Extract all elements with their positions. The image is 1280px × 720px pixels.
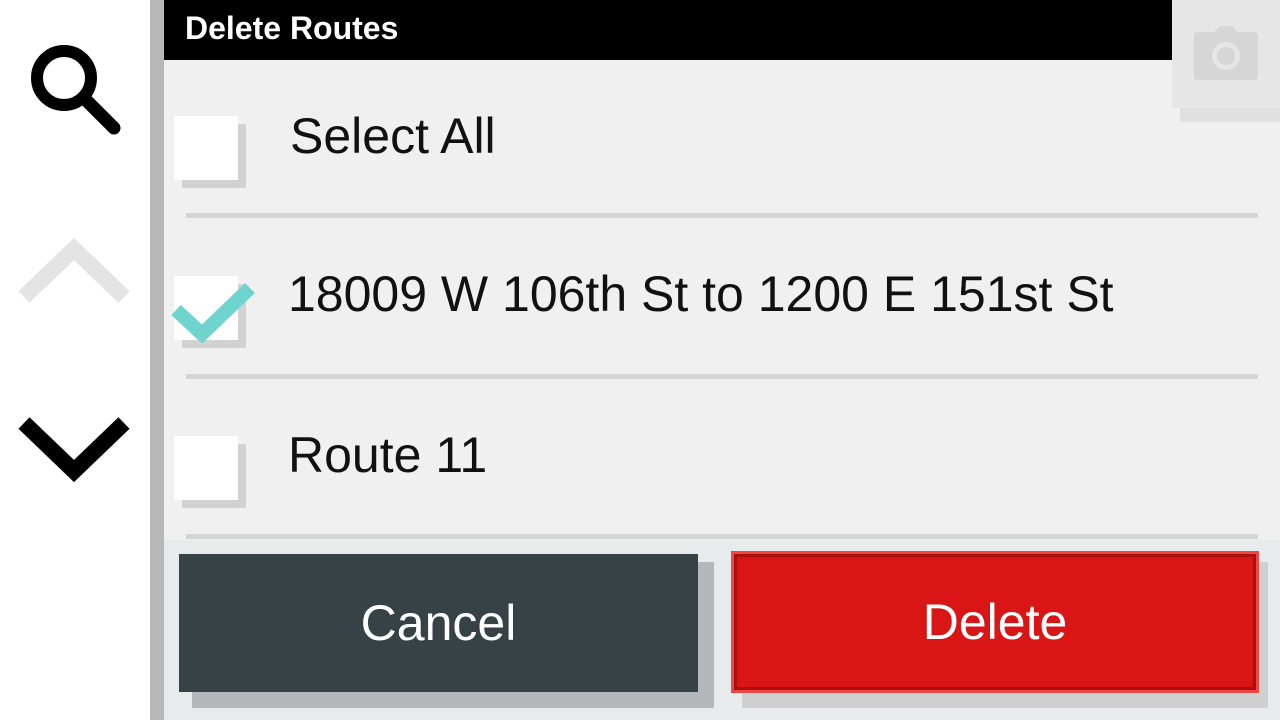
checkmark-icon <box>171 282 255 344</box>
delete-button[interactable]: Delete <box>731 551 1259 693</box>
button-bar: Cancel Delete <box>164 540 1280 720</box>
left-sidebar <box>0 0 150 720</box>
scroll-up-button[interactable] <box>18 214 130 326</box>
search-button[interactable] <box>18 32 130 144</box>
title-bar: Delete Routes <box>164 0 1280 60</box>
checkbox-box <box>174 116 238 180</box>
select-all-label: Select All <box>290 108 496 164</box>
select-all-checkbox[interactable] <box>174 116 246 188</box>
chevron-up-icon <box>18 237 130 303</box>
list-item-route[interactable]: 18009 W 106th St to 1200 E 151st St <box>164 216 1280 376</box>
scroll-down-button[interactable] <box>18 394 130 506</box>
search-icon <box>31 45 121 135</box>
delete-routes-dialog: Delete Routes Select All 18009 W 106th S… <box>164 0 1280 720</box>
delete-button-label: Delete <box>922 594 1068 650</box>
route-11-checkbox[interactable] <box>174 436 246 508</box>
route-label: 18009 W 106th St to 1200 E 151st St <box>288 266 1114 322</box>
row-separator <box>186 534 1258 539</box>
sidebar-divider <box>150 0 164 720</box>
route-11-label: Route 11 <box>288 427 488 483</box>
cancel-button-label: Cancel <box>360 595 517 651</box>
dialog-title: Delete Routes <box>185 10 399 46</box>
checkbox-box <box>174 436 238 500</box>
cancel-button[interactable]: Cancel <box>179 554 698 692</box>
list-item-select-all[interactable]: Select All <box>164 56 1280 216</box>
list-item-route-11[interactable]: Route 11 <box>164 376 1280 536</box>
chevron-down-icon <box>18 417 130 483</box>
route-checkbox[interactable] <box>171 276 255 348</box>
